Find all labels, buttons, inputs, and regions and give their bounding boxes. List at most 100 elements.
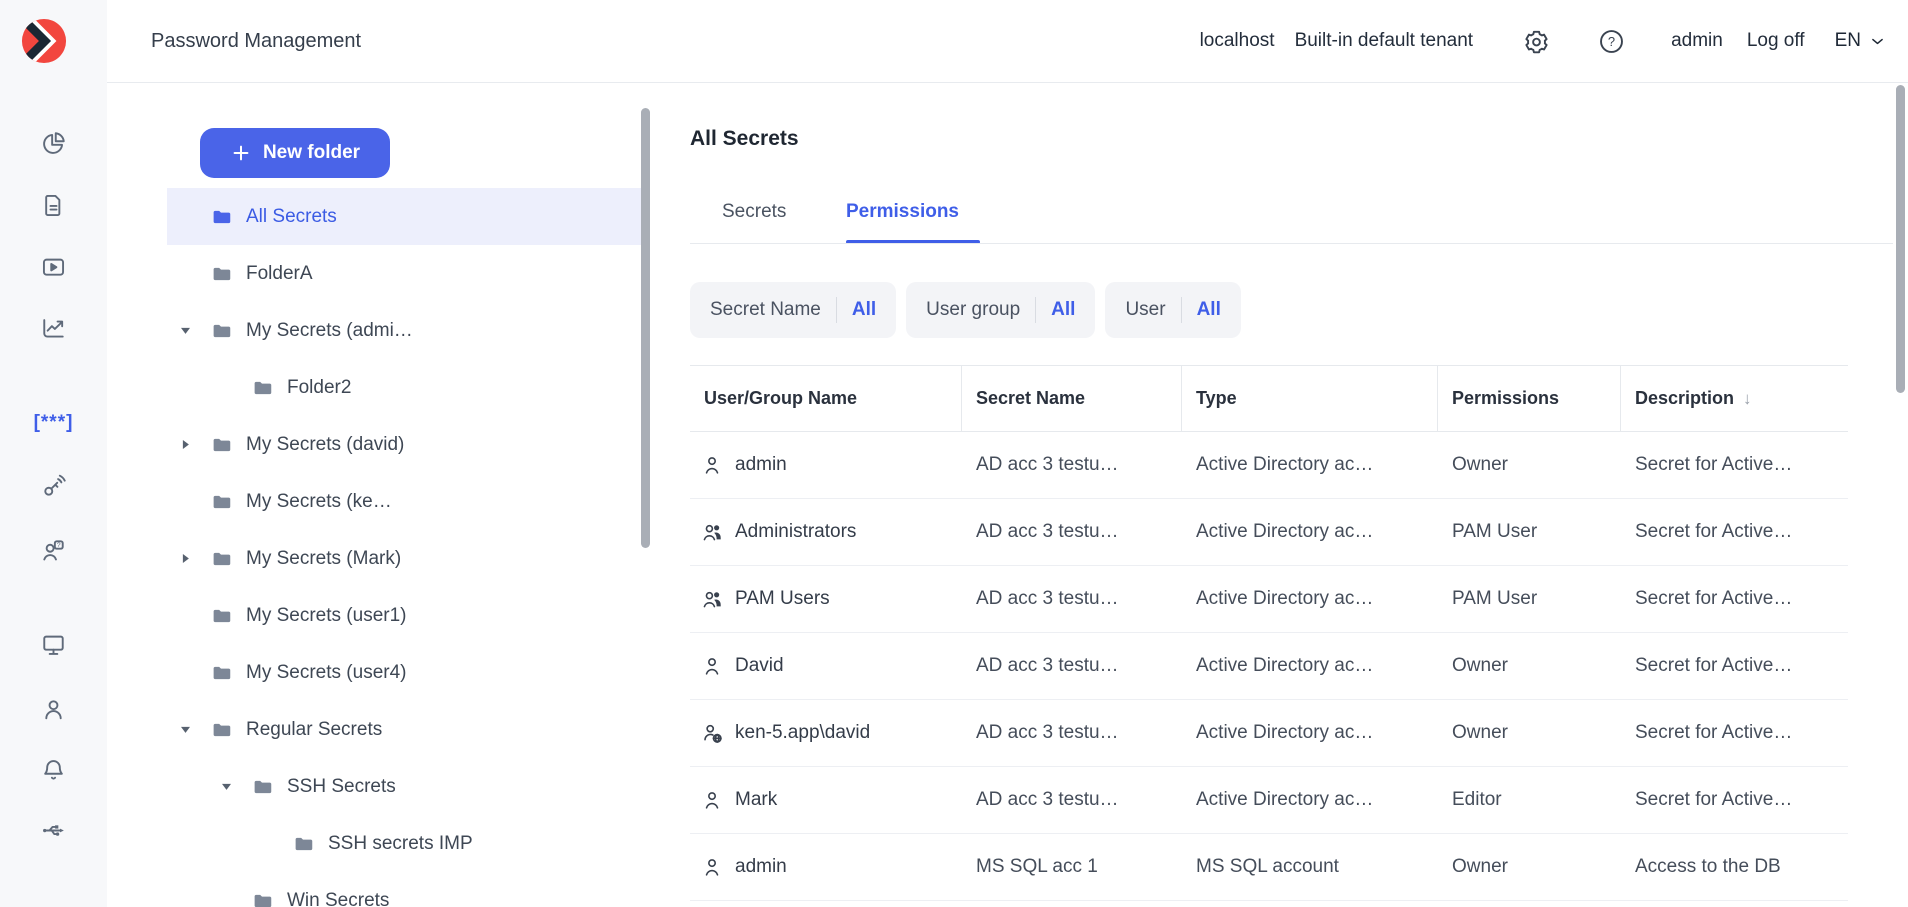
page-title: All Secrets [690, 127, 799, 151]
tree-item-ssh-secrets-imp[interactable]: SSH secrets IMP [167, 815, 648, 872]
permissions-cell: Owner [1438, 700, 1621, 766]
table-row[interactable]: admin AD acc 3 testu… Active Directory a… [690, 432, 1848, 499]
tab-secrets[interactable]: Secrets [722, 201, 786, 223]
tree-item-my-secrets-admin[interactable]: My Secrets (admi… [167, 302, 648, 359]
column-header-description[interactable]: Description ↓ [1621, 366, 1848, 431]
type-cell: Active Directory ac… [1182, 700, 1438, 766]
tree-item-my-secrets-user1[interactable]: My Secrets (user1) [167, 587, 648, 644]
top-bar: Password Management localhost Built-in d… [107, 0, 1908, 83]
table-row[interactable]: ken-5.app\david AD acc 3 testu… Active D… [690, 700, 1848, 767]
filter-user[interactable]: User All [1105, 282, 1240, 338]
monitor-icon[interactable] [0, 631, 107, 658]
permissions-cell: PAM User [1438, 566, 1621, 632]
tree-item-all-secrets[interactable]: All Secrets [167, 188, 648, 245]
column-header-label: Description [1635, 388, 1734, 409]
user-group-icon [701, 521, 724, 544]
gear-icon[interactable] [1523, 28, 1550, 55]
filter-value[interactable]: All [1051, 299, 1075, 321]
column-header-user-group-name[interactable]: User/Group Name [690, 366, 962, 431]
tree-item-label: My Secrets (user1) [246, 605, 406, 627]
table-row[interactable]: admin MS SQL acc 1 MS SQL account Owner … [690, 834, 1848, 901]
caret-right-icon[interactable] [167, 437, 211, 452]
filter-label: User group [926, 299, 1020, 321]
folder-icon [211, 548, 232, 569]
tree-item-my-secrets-mark[interactable]: My Secrets (Mark) [167, 530, 648, 587]
permissions-table: User/Group Name Secret Name Type Permiss… [690, 365, 1848, 901]
tree-item-label: My Secrets (ke… [246, 491, 392, 513]
language-selector[interactable]: EN [1835, 30, 1886, 52]
filter-secret-name[interactable]: Secret Name All [690, 282, 896, 338]
filter-user-group[interactable]: User group All [906, 282, 1095, 338]
tenant-selector[interactable]: Built-in default tenant [1295, 30, 1474, 52]
column-header-type[interactable]: Type [1182, 366, 1438, 431]
password-brackets-icon[interactable]: [***] [0, 412, 107, 434]
tree-item-my-secrets-ke[interactable]: My Secrets (ke… [167, 473, 648, 530]
caret-down-icon[interactable] [208, 779, 252, 794]
tree-item-label: SSH Secrets [287, 776, 396, 798]
pie-chart-icon[interactable] [0, 130, 107, 157]
new-folder-button[interactable]: New folder [200, 128, 390, 178]
tree-item-regular-secrets[interactable]: Regular Secrets [167, 701, 648, 758]
tree-item-foldera[interactable]: FolderA [167, 245, 648, 302]
folder-icon [211, 434, 232, 455]
log-off-button[interactable]: Log off [1747, 30, 1805, 52]
tree-item-my-secrets-user4[interactable]: My Secrets (user4) [167, 644, 648, 701]
tree-item-folder2[interactable]: Folder2 [167, 359, 648, 416]
caret-down-icon[interactable] [167, 722, 211, 737]
tree-item-ssh-secrets[interactable]: SSH Secrets [167, 758, 648, 815]
table-row[interactable]: Administrators AD acc 3 testu… Active Di… [690, 499, 1848, 566]
document-icon[interactable] [0, 192, 107, 219]
user-group-icon [701, 588, 724, 611]
table-row[interactable]: Mark AD acc 3 testu… Active Directory ac… [690, 767, 1848, 834]
filter-divider [1181, 297, 1182, 323]
chevron-down-icon [1869, 33, 1886, 50]
secret-name-cell: AD acc 3 testu… [962, 499, 1182, 565]
bell-icon[interactable] [0, 757, 107, 784]
user-icon [701, 655, 724, 678]
caret-down-icon[interactable] [167, 323, 211, 338]
tree-item-label: My Secrets (Mark) [246, 548, 401, 570]
table-row[interactable]: David AD acc 3 testu… Active Directory a… [690, 633, 1848, 700]
line-chart-icon[interactable] [0, 315, 107, 342]
app-logo [21, 18, 67, 69]
type-cell: Active Directory ac… [1182, 633, 1438, 699]
video-play-icon[interactable] [0, 254, 107, 281]
user-group-name: PAM Users [735, 588, 830, 610]
user-icon[interactable] [0, 696, 107, 723]
folder-icon [211, 605, 232, 626]
folder-icon [211, 719, 232, 740]
caret-right-icon[interactable] [167, 551, 211, 566]
table-row[interactable]: PAM Users AD acc 3 testu… Active Directo… [690, 566, 1848, 633]
tree-scrollbar[interactable] [641, 108, 650, 548]
folder-icon [252, 776, 273, 797]
description-cell: Secret for Active… [1621, 566, 1848, 632]
left-nav-rail: [***] [0, 0, 107, 907]
key-signal-icon[interactable] [0, 473, 107, 500]
filter-divider [836, 297, 837, 323]
language-label: EN [1835, 30, 1861, 52]
tree-item-win-secrets[interactable]: Win Secrets [167, 872, 648, 907]
folder-icon [252, 377, 273, 398]
page-scrollbar[interactable] [1896, 85, 1905, 393]
table-header-row: User/Group Name Secret Name Type Permiss… [690, 365, 1848, 432]
current-user[interactable]: admin [1671, 30, 1723, 52]
user-group-name: admin [735, 454, 787, 476]
sort-descending-icon[interactable]: ↓ [1743, 389, 1752, 409]
tree-item-label: Regular Secrets [246, 719, 382, 741]
filter-label: User [1125, 299, 1165, 321]
column-header-permissions[interactable]: Permissions [1438, 366, 1621, 431]
secret-name-cell: MS SQL acc 1 [962, 834, 1182, 900]
help-icon[interactable] [1598, 28, 1625, 55]
user-question-icon[interactable] [0, 537, 107, 564]
host-label: localhost [1200, 30, 1275, 52]
usb-icon[interactable] [0, 817, 107, 844]
secret-name-cell: AD acc 3 testu… [962, 700, 1182, 766]
filter-value[interactable]: All [1197, 299, 1221, 321]
user-icon [701, 856, 724, 879]
tab-permissions[interactable]: Permissions [846, 201, 959, 223]
tree-item-label: Win Secrets [287, 890, 389, 907]
filter-value[interactable]: All [852, 299, 876, 321]
tree-item-my-secrets-david[interactable]: My Secrets (david) [167, 416, 648, 473]
user-globe-icon [701, 722, 724, 745]
column-header-secret-name[interactable]: Secret Name [962, 366, 1182, 431]
